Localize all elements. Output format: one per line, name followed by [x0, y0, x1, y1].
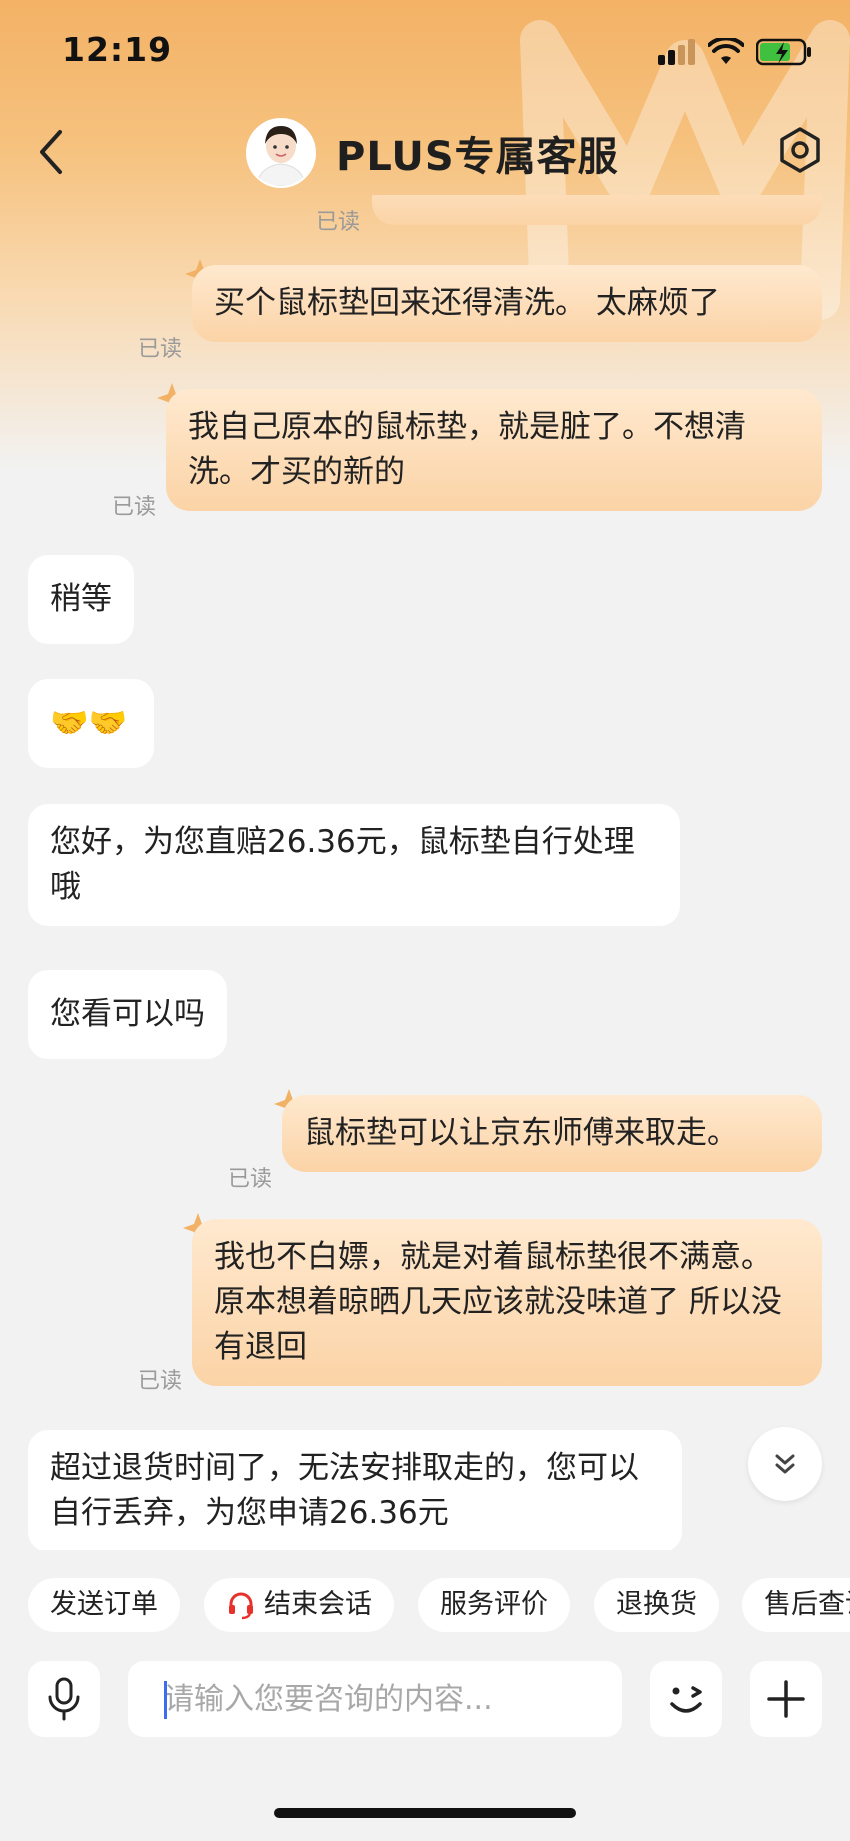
more-button[interactable] [750, 1661, 822, 1737]
status-bar: 12:19 [0, 0, 850, 100]
read-receipt: 已读 [316, 210, 361, 235]
message-bubble-outgoing[interactable]: 我自己原本的鼠标垫，就是脏了。不想清洗。才买的新的 [166, 389, 822, 511]
emoji-button[interactable] [650, 1661, 722, 1737]
message-bubble-outgoing[interactable] [372, 195, 822, 225]
agent-avatar-icon [248, 120, 314, 186]
message-bubble-incoming[interactable]: 您看可以吗 [28, 970, 227, 1059]
nav-bar: PLUS专属客服 [0, 112, 850, 192]
signal-icon [658, 39, 695, 65]
message-bubble-outgoing[interactable]: 买个鼠标垫回来还得清洗。 太麻烦了 [192, 265, 822, 342]
settings-button[interactable] [776, 126, 824, 174]
headset-icon [229, 1592, 253, 1620]
message-list[interactable]: 已读 已读 买个鼠标垫回来还得清洗。 太麻烦了 已读 我自己原本的鼠标垫，就是脏… [0, 195, 850, 1550]
chip-label: 结束会话 [264, 1589, 372, 1620]
after-sales-query-chip[interactable]: 售后查询 [742, 1578, 850, 1632]
chip-label: 售后查询 [764, 1589, 850, 1620]
message-bubble-outgoing[interactable]: 鼠标垫可以让京东师傅来取走。 [282, 1095, 822, 1172]
message-bubble-incoming[interactable]: 超过退货时间了，无法安排取走的，您可以自行丢弃，为您申请26.36元 [28, 1430, 682, 1550]
message-bubble-outgoing[interactable]: 我也不白嫖，就是对着鼠标垫很不满意。 原本想着晾晒几天应该就没味道了 所以没有退… [192, 1219, 822, 1386]
message-bubble-incoming[interactable]: 🤝🤝 [28, 679, 154, 768]
wink-face-icon [670, 1686, 702, 1713]
double-chevron-down-icon [775, 1454, 795, 1474]
title-group: PLUS专属客服 [246, 118, 619, 188]
status-time: 12:19 [62, 30, 173, 69]
chip-label: 退换货 [616, 1589, 697, 1620]
send-order-chip[interactable]: 发送订单 [28, 1578, 180, 1632]
read-receipt: 已读 [138, 1369, 183, 1394]
voice-button[interactable] [28, 1661, 100, 1737]
avatar [246, 118, 316, 188]
plus-icon [767, 1680, 805, 1718]
microphone-icon [48, 1677, 80, 1721]
read-receipt: 已读 [138, 337, 183, 362]
return-exchange-chip[interactable]: 退换货 [594, 1578, 719, 1632]
input-bar [0, 1655, 850, 1755]
message-bubble-incoming[interactable]: 您好，为您直赔26.36元，鼠标垫自行处理哦 [28, 804, 680, 926]
message-input[interactable] [128, 1661, 622, 1737]
message-bubble-incoming[interactable]: 稍等 [28, 555, 134, 644]
message-input-container[interactable] [128, 1661, 622, 1737]
end-session-chip[interactable]: 结束会话 [204, 1578, 394, 1632]
text-cursor [164, 1681, 167, 1719]
battery-icon [756, 38, 811, 66]
home-indicator [274, 1808, 576, 1818]
scroll-to-bottom-button[interactable] [748, 1427, 822, 1501]
back-button[interactable] [32, 124, 72, 180]
wifi-icon [708, 38, 744, 64]
page-title: PLUS专属客服 [336, 134, 619, 180]
chip-label: 服务评价 [440, 1589, 548, 1620]
status-icons [658, 38, 812, 66]
service-rating-chip[interactable]: 服务评价 [418, 1578, 570, 1632]
chip-label: 发送订单 [50, 1589, 158, 1620]
quick-action-bar: 发送订单 结束会话 服务评价 退换货 售后查询 [0, 1575, 850, 1635]
read-receipt: 已读 [112, 495, 157, 520]
read-receipt: 已读 [228, 1167, 273, 1192]
